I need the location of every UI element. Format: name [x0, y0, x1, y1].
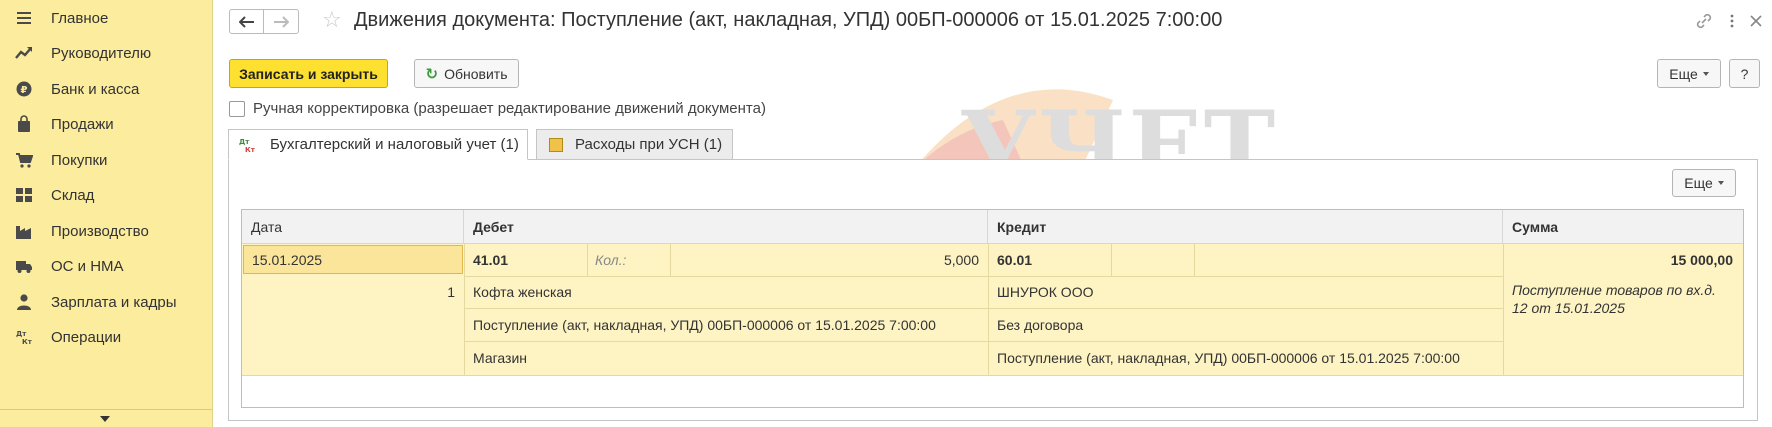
arrow-right-icon: [274, 15, 289, 28]
sidebar-item-salary[interactable]: Зарплата и кадры: [0, 284, 212, 320]
cell-sum[interactable]: 15 000,00: [1504, 244, 1733, 276]
svg-text:₽: ₽: [21, 85, 28, 96]
sidebar-item-bank[interactable]: ₽ Банк и касса: [0, 71, 212, 107]
movements-table: Дата Дебет Кредит Сумма 15.01.2025 1 41.…: [241, 209, 1744, 408]
column-divider: [988, 244, 989, 375]
shopping-bag-icon: [14, 114, 34, 134]
caret-down-icon: [1717, 181, 1724, 185]
hamburger-icon: [14, 8, 34, 28]
cell-comment[interactable]: Поступление товаров по вх.д. 12 от 15.01…: [1512, 281, 1730, 317]
more-button[interactable]: Еще: [1657, 59, 1721, 88]
manual-correction-label: Ручная корректировка (разрешает редактир…: [253, 100, 766, 117]
tab-label: Расходы при УСН (1): [575, 136, 723, 153]
sidebar-item-manager[interactable]: Руководителю: [0, 35, 212, 71]
column-divider: [1111, 244, 1112, 276]
cell-credit-subconto-2[interactable]: Без договора: [997, 308, 1083, 341]
back-button[interactable]: [229, 9, 264, 34]
row-divider: [464, 276, 1503, 277]
tab-accounting[interactable]: Дт Кт Бухгалтерский и налоговый учет (1): [228, 129, 528, 160]
link-icon[interactable]: [1695, 12, 1713, 30]
dt-kt-icon: Дт Кт: [239, 136, 257, 158]
ruble-icon: ₽: [14, 79, 34, 99]
row-divider: [242, 375, 1743, 376]
warehouse-icon: [14, 185, 34, 205]
sidebar-item-label: Банк и касса: [51, 80, 140, 98]
app-window: Главное Руководителю ₽ Банк и касса Прод…: [0, 0, 1772, 427]
sidebar-item-label: Зарплата и кадры: [51, 293, 177, 311]
factory-icon: [14, 221, 34, 241]
cart-icon: [14, 150, 34, 170]
cell-debit-subconto-1[interactable]: Кофта женская: [473, 276, 572, 308]
chevron-down-icon: [100, 416, 110, 422]
column-header-sum[interactable]: Сумма: [1503, 210, 1743, 244]
sidebar-item-label: Производство: [51, 222, 149, 240]
cell-row-number: 1: [447, 284, 455, 300]
cell-date[interactable]: 15.01.2025: [243, 245, 463, 274]
cell-qty-label: Кол.:: [595, 252, 627, 268]
column-header-debit[interactable]: Дебет: [464, 210, 988, 244]
sidebar-item-assets[interactable]: ОС и НМА: [0, 248, 212, 284]
column-divider: [1194, 244, 1195, 276]
column-divider: [587, 244, 588, 276]
column-divider: [464, 244, 465, 375]
trend-icon: [14, 43, 34, 63]
column-header-credit[interactable]: Кредит: [988, 210, 1503, 244]
person-icon: [14, 292, 34, 312]
cell-debit-subconto-3[interactable]: Магазин: [473, 341, 527, 375]
cell-credit-subconto-3[interactable]: Поступление (акт, накладная, УПД) 00БП-0…: [997, 341, 1460, 375]
register-icon: [549, 138, 563, 152]
favorite-star-icon[interactable]: ☆: [322, 8, 342, 32]
sidebar: Главное Руководителю ₽ Банк и касса Прод…: [0, 0, 213, 427]
sidebar-item-label: ОС и НМА: [51, 257, 124, 275]
cell-debit-subconto-2[interactable]: Поступление (акт, накладная, УПД) 00БП-0…: [473, 308, 936, 341]
sidebar-item-label: Покупки: [51, 151, 108, 169]
column-divider: [670, 244, 671, 276]
sidebar-item-main[interactable]: Главное: [0, 0, 212, 36]
sidebar-item-purchases[interactable]: Покупки: [0, 142, 212, 178]
tab-label: Бухгалтерский и налоговый учет (1): [270, 136, 519, 153]
svg-text:Дт: Дт: [239, 138, 250, 146]
help-button[interactable]: ?: [1729, 59, 1760, 88]
page-title: Движения документа: Поступление (акт, на…: [354, 9, 1223, 31]
sidebar-item-warehouse[interactable]: Склад: [0, 177, 212, 213]
forward-button[interactable]: [264, 9, 299, 34]
manual-correction-checkbox[interactable]: [229, 101, 245, 117]
sidebar-item-production[interactable]: Производство: [0, 213, 212, 249]
svg-text:Кт: Кт: [245, 146, 256, 154]
close-icon[interactable]: [1747, 12, 1765, 30]
sidebar-item-label: Руководителю: [51, 44, 152, 62]
cell-qty-value[interactable]: 5,000: [802, 244, 979, 276]
arrow-left-icon: [238, 15, 254, 28]
caret-down-icon: [1702, 71, 1709, 76]
sidebar-item-label: Операции: [51, 328, 122, 346]
svg-text:Кт: Кт: [22, 338, 33, 346]
refresh-icon: ↻: [425, 65, 439, 83]
sidebar-item-label: Продажи: [51, 115, 114, 133]
sidebar-item-operations[interactable]: Дт Кт Операции: [0, 319, 212, 355]
refresh-button[interactable]: ↻ Обновить: [414, 59, 519, 88]
sidebar-item-sales[interactable]: Продажи: [0, 106, 212, 142]
cell-debit-account[interactable]: 41.01: [473, 244, 508, 276]
sidebar-scroll-down[interactable]: [0, 409, 212, 427]
column-header-date[interactable]: Дата: [242, 210, 464, 244]
cell-credit-subconto-1[interactable]: ШНУРОК ООО: [997, 276, 1093, 308]
tab-usn-expenses[interactable]: Расходы при УСН (1): [536, 129, 733, 160]
panel-more-label: Еще: [1684, 175, 1713, 191]
more-vertical-icon[interactable]: [1723, 12, 1741, 30]
truck-icon: [14, 256, 34, 276]
cell-credit-account[interactable]: 60.01: [997, 244, 1032, 276]
panel-more-button[interactable]: Еще: [1672, 169, 1736, 197]
sidebar-item-label: Склад: [51, 186, 95, 204]
dt-kt-icon: Дт Кт: [14, 327, 34, 347]
sidebar-item-label: Главное: [51, 9, 109, 27]
svg-text:Дт: Дт: [16, 330, 27, 338]
document-movements-form: УЧЕТ БЕЗ ЗАБОТ ☆ Движения документа: Пос…: [213, 0, 1772, 427]
refresh-button-label: Обновить: [444, 65, 508, 82]
more-button-label: Еще: [1669, 65, 1698, 82]
save-and-close-button[interactable]: Записать и закрыть: [229, 59, 388, 88]
